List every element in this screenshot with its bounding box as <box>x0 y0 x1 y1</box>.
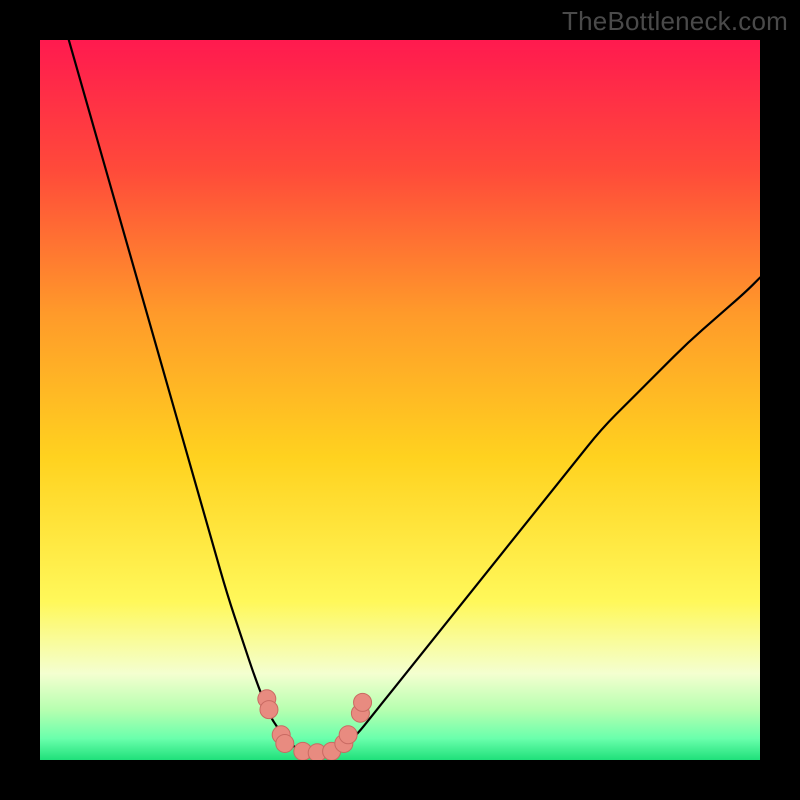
data-marker <box>260 701 278 719</box>
data-marker <box>276 734 294 752</box>
outer-frame: TheBottleneck.com <box>0 0 800 800</box>
chart-svg <box>40 40 760 760</box>
watermark-text: TheBottleneck.com <box>562 6 788 37</box>
plot-area <box>40 40 760 760</box>
data-marker <box>339 726 357 744</box>
data-marker <box>354 693 372 711</box>
gradient-background <box>40 40 760 760</box>
